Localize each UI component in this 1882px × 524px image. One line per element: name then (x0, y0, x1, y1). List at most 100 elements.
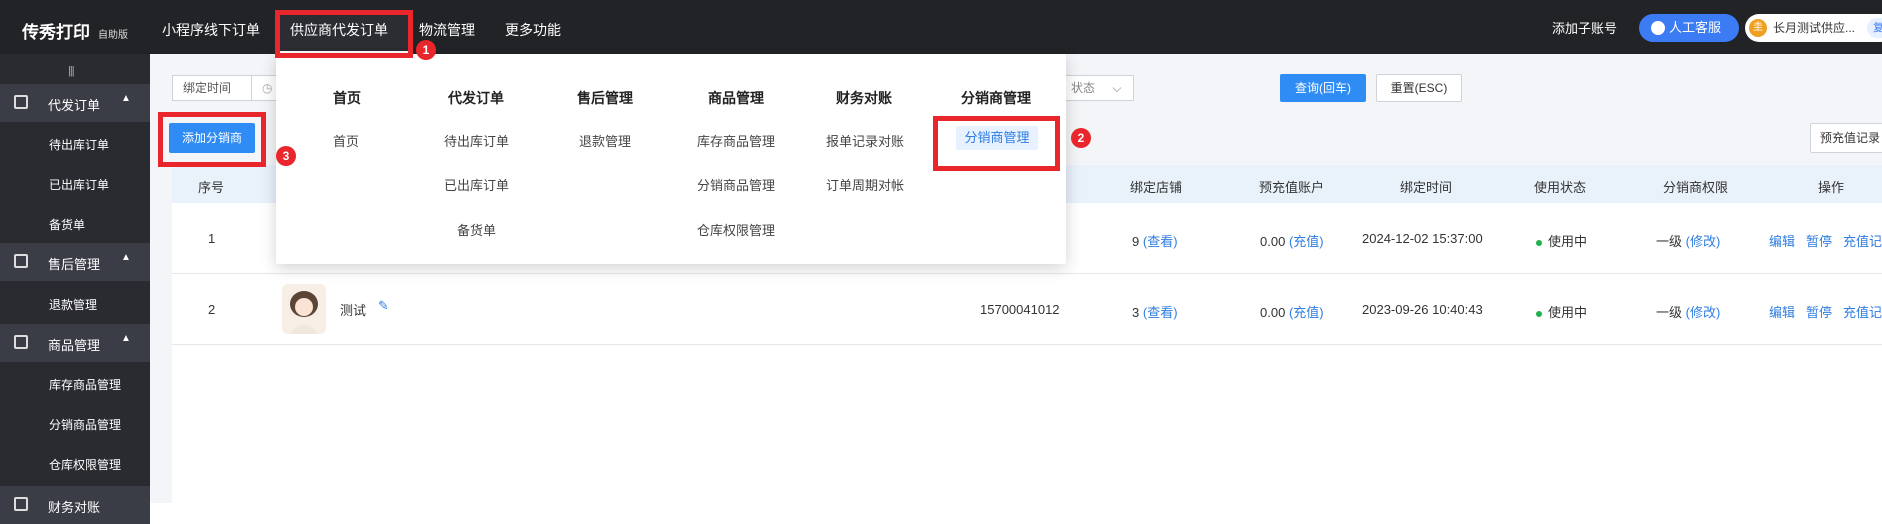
row-permission: 一级 (修改) (1656, 234, 1721, 249)
recharge-record-link[interactable]: 充值记 (1843, 231, 1882, 250)
bag-icon (14, 254, 28, 268)
sidebar-group-dropship-orders[interactable]: 代发订单 ▲ (0, 84, 150, 122)
row-bind-time: 2024-12-02 15:37:00 (1362, 231, 1483, 246)
row-balance: 0.00 (充值) (1260, 305, 1324, 320)
chevron-down-icon: ⌵ (1112, 81, 1122, 95)
menu-col-finance: 财务对账 (836, 90, 892, 106)
nav-mini-program-orders[interactable]: 小程序线下订单 (162, 20, 260, 40)
menu-item-warehouse-permissions[interactable]: 仓库权限管理 (697, 220, 775, 239)
sidebar-item-stock-list[interactable]: 备货单 (49, 216, 85, 233)
menu-item-pending-orders[interactable]: 待出库订单 (444, 131, 509, 150)
chevron-up-icon: ▲ (121, 93, 131, 104)
th-index: 序号 (198, 180, 225, 195)
bind-time-label: 绑定时间 (172, 75, 252, 101)
th-status: 使用状态 (1534, 180, 1587, 195)
menu-col-products: 商品管理 (708, 90, 764, 106)
recharge-link[interactable]: (充值) (1289, 305, 1324, 320)
menu-item-report-reconcile[interactable]: 报单记录对账 (826, 131, 904, 150)
menu-item-stock-list[interactable]: 备货单 (457, 220, 496, 239)
view-shops-link[interactable]: (查看) (1143, 305, 1178, 320)
menu-item-distribution-products[interactable]: 分销商品管理 (697, 175, 775, 194)
app-logo[interactable]: 传秀打印 自助版 (22, 18, 128, 43)
user-avatar: 圭 (1749, 19, 1767, 37)
clipboard-icon (14, 335, 28, 349)
chevron-up-icon: ▲ (121, 252, 131, 263)
sidebar-group-label: 代发订单 (48, 98, 101, 113)
distributor-name: 测试 (340, 303, 367, 318)
sidebar-group-products[interactable]: 商品管理 ▲ (0, 324, 150, 362)
sidebar-item-distribution-products[interactable]: 分销商品管理 (49, 416, 121, 433)
modify-link[interactable]: (修改) (1686, 305, 1721, 320)
row-permission: 一级 (修改) (1656, 305, 1721, 320)
status-select[interactable]: 状态 ⌵ (1060, 75, 1134, 101)
th-prepaid: 预充值账户 (1259, 180, 1325, 195)
status-dot (1536, 239, 1542, 246)
sidebar-group-label: 商品管理 (48, 338, 101, 353)
row-status: 使用中 (1536, 231, 1587, 250)
copy-button[interactable]: 复 (1867, 18, 1882, 38)
nav-logistics[interactable]: 物流管理 (419, 20, 475, 40)
sidebar-group-label: 售后管理 (48, 257, 101, 272)
row-shops: 9 (查看) (1132, 234, 1178, 249)
th-permission: 分销商权限 (1663, 180, 1729, 195)
prepaid-record-button[interactable]: 预充值记录 (1810, 123, 1882, 153)
bag-icon (14, 95, 28, 109)
annotation-box-2 (933, 116, 1060, 171)
distributor-phone: 15700041012 (980, 302, 1060, 317)
th-shops: 绑定店铺 (1130, 180, 1183, 195)
sidebar-group-finance[interactable]: 财务对账 (0, 486, 150, 524)
menu-col-home: 首页 (333, 90, 361, 106)
edit-link[interactable]: 编辑 (1769, 231, 1795, 250)
girl-avatar-icon (290, 291, 318, 334)
sidebar: ||| 代发订单 ▲ 待出库订单 已出库订单 备货单 售后管理 ▲ 退款管理 商… (0, 54, 150, 524)
modify-link[interactable]: (修改) (1686, 234, 1721, 249)
user-name: 长月测试供应... (1773, 21, 1856, 35)
menu-item-shipped-orders[interactable]: 已出库订单 (444, 175, 509, 194)
row-index: 2 (208, 302, 216, 317)
pause-link[interactable]: 暂停 (1806, 302, 1832, 321)
view-shops-link[interactable]: (查看) (1143, 234, 1178, 249)
chevron-up-icon: ▲ (121, 333, 131, 344)
edit-name-icon[interactable]: ✎ (378, 298, 389, 314)
th-actions: 操作 (1818, 180, 1845, 195)
table-row: 2 测试 ✎ 15700041012 3 (查看) 0.00 (充值) 2023… (172, 275, 1882, 345)
logo-subtitle: 自助版 (98, 30, 128, 41)
recharge-link[interactable]: (充值) (1289, 234, 1324, 249)
sidebar-item-inventory[interactable]: 库存商品管理 (49, 376, 121, 393)
pause-link[interactable]: 暂停 (1806, 231, 1832, 250)
menu-item-order-cycle[interactable]: 订单周期对帐 (826, 175, 904, 194)
sidebar-item-pending-orders[interactable]: 待出库订单 (49, 136, 109, 153)
status-dot (1536, 310, 1542, 317)
menu-item-refunds[interactable]: 退款管理 (579, 131, 631, 150)
menu-col-after-sales: 售后管理 (577, 90, 633, 106)
reset-button[interactable]: 重置(ESC) (1376, 74, 1462, 102)
row-index: 1 (208, 231, 216, 246)
menu-item-inventory[interactable]: 库存商品管理 (697, 131, 775, 150)
annotation-badge-2: 2 (1071, 128, 1091, 148)
row-shops: 3 (查看) (1132, 305, 1178, 320)
sidebar-item-warehouse-permissions[interactable]: 仓库权限管理 (49, 456, 121, 473)
edit-link[interactable]: 编辑 (1769, 302, 1795, 321)
sidebar-item-refunds[interactable]: 退款管理 (49, 296, 97, 313)
annotation-box-3 (158, 112, 266, 167)
collapse-sidebar-icon[interactable]: ||| (68, 65, 75, 77)
recharge-record-link[interactable]: 充值记 (1843, 302, 1882, 321)
sidebar-item-shipped-orders[interactable]: 已出库订单 (49, 176, 109, 193)
menu-col-dropship: 代发订单 (448, 90, 504, 106)
add-sub-account-link[interactable]: 添加子账号 (1552, 18, 1617, 37)
row-status: 使用中 (1536, 302, 1587, 321)
customer-service-button[interactable]: 人工客服 (1639, 14, 1739, 42)
row-balance: 0.00 (充值) (1260, 234, 1324, 249)
menu-item-home[interactable]: 首页 (333, 131, 359, 150)
sidebar-group-after-sales[interactable]: 售后管理 ▲ (0, 243, 150, 281)
annotation-badge-3: 3 (276, 146, 296, 166)
menu-col-distributors: 分销商管理 (961, 90, 1031, 106)
annotation-badge-1: 1 (416, 40, 436, 60)
finance-icon (14, 497, 28, 511)
user-account[interactable]: 圭 长月测试供应... 复 (1745, 14, 1882, 42)
query-button[interactable]: 查询(回车) (1280, 74, 1366, 102)
th-bind-time: 绑定时间 (1400, 180, 1453, 195)
annotation-box-1 (275, 10, 413, 58)
nav-more-features[interactable]: 更多功能 (505, 20, 561, 40)
sidebar-group-label: 财务对账 (48, 500, 101, 515)
